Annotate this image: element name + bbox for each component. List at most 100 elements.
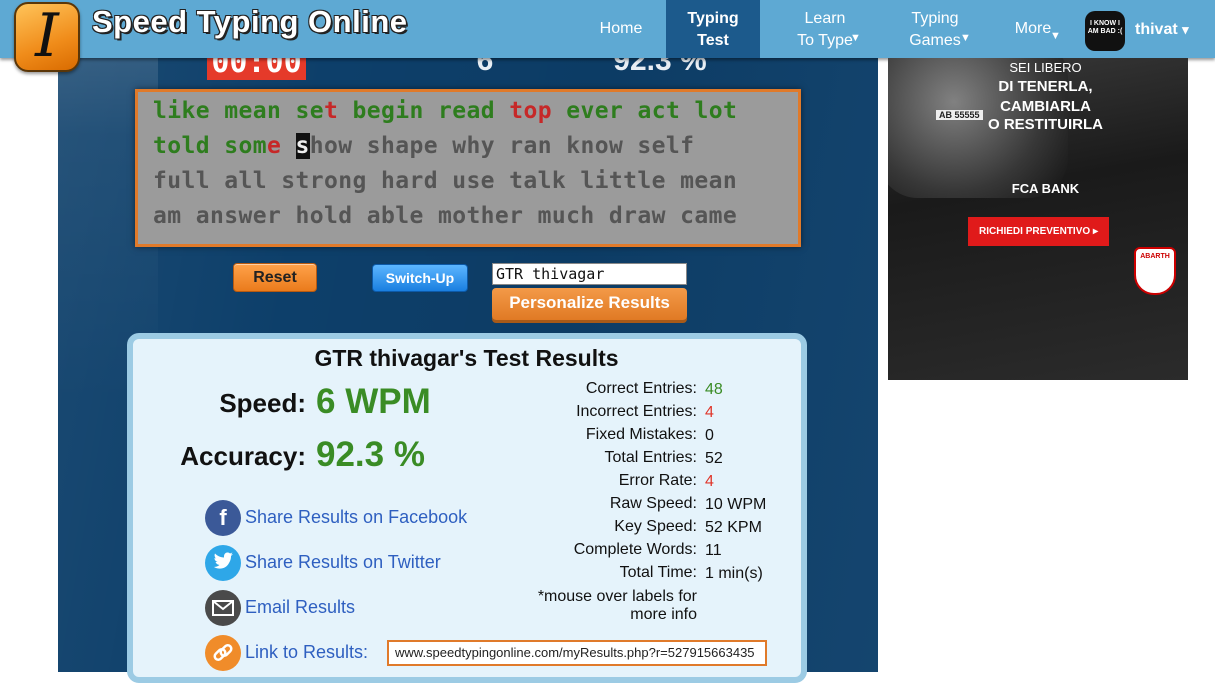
typing-line-2: told some show shape why ran know self	[153, 133, 694, 159]
email-icon	[205, 590, 241, 626]
typing-segment	[623, 98, 637, 124]
nav-typing-test[interactable]: Typing Test	[666, 0, 760, 58]
switch-up-button[interactable]: Switch-Up	[372, 264, 468, 292]
nav-home-label: Home	[599, 20, 643, 37]
stat-value: 4	[705, 473, 714, 490]
results-title: GTR thivagar's Test Results	[314, 345, 619, 371]
nav-learn-to-type[interactable]: Learn To Type ▼	[780, 0, 870, 58]
share-twitter-label: Share Results on Twitter	[245, 552, 441, 572]
accuracy-label: Accuracy:	[180, 441, 306, 471]
user-menu[interactable]: thivat ▾	[1135, 21, 1189, 39]
typing-segment: lot	[694, 98, 738, 124]
typing-segment: se	[295, 98, 324, 124]
stat-value: 48	[705, 381, 723, 398]
stat-label[interactable]: Fixed Mistakes:	[520, 426, 697, 444]
stat-label[interactable]: Error Rate:	[520, 472, 697, 490]
nav-games-label-1: Typing	[911, 10, 959, 27]
site-header: I Speed Typing Online Home Typing Test L…	[0, 0, 1215, 72]
stat-label[interactable]: Raw Speed:	[520, 495, 697, 513]
stat-label[interactable]: Correct Entries:	[520, 380, 697, 398]
link-icon	[205, 635, 241, 671]
typing-segment	[338, 98, 352, 124]
stat-label[interactable]: Complete Words:	[520, 541, 697, 559]
typing-segment	[210, 98, 224, 124]
stat-label[interactable]: Total Entries:	[520, 449, 697, 467]
ad-brand: FCA BANK	[1011, 181, 1080, 196]
stat-value: 52	[705, 450, 723, 467]
share-email-label: Email Results	[245, 597, 356, 617]
typing-segment: like	[153, 98, 210, 124]
mouseover-note-line-1: *mouse over labels for	[537, 588, 697, 605]
facebook-icon: f	[205, 500, 241, 536]
stat-label[interactable]: Incorrect Entries:	[520, 403, 697, 421]
nav-typing-games[interactable]: Typing Games ▼	[894, 0, 976, 58]
chevron-down-icon: ▼	[1050, 30, 1061, 42]
ad-line-1: SEI LIBERO	[1009, 60, 1082, 75]
stat-value: 1 min(s)	[705, 565, 763, 582]
chevron-down-icon: ▼	[850, 32, 861, 44]
typing-text-box[interactable]: like mean set begin read top ever act lo…	[135, 89, 801, 247]
accuracy-value: 92.3 %	[316, 435, 425, 474]
nav-typing-test-label-1: Typing	[687, 10, 739, 27]
personalize-results-button[interactable]: Personalize Results	[492, 288, 687, 320]
avatar[interactable]: I KNOW I AM BAD :(	[1085, 11, 1125, 51]
mouseover-note-line-2: more info	[630, 606, 697, 623]
typing-line-4: am answer hold able mother much draw cam…	[153, 203, 738, 229]
typing-line-1: like mean set begin read top ever act lo…	[153, 98, 737, 124]
stat-value: 11	[705, 542, 722, 559]
nav-typing-test-label-2: Test	[697, 32, 729, 49]
abarth-badge-icon: ABARTH	[1134, 247, 1176, 295]
results-url-field[interactable]: www.speedtypingonline.com/myResults.php?…	[387, 640, 767, 666]
mouseover-note: *mouse over labels for more info	[520, 588, 697, 624]
typing-segment	[424, 98, 438, 124]
typing-segment	[680, 98, 694, 124]
typing-cursor: s	[295, 133, 310, 159]
speed-value: 6 WPM	[316, 382, 431, 421]
typing-segment: begin	[352, 98, 424, 124]
stat-value: 4	[705, 404, 714, 421]
page-left-margin	[0, 0, 58, 672]
nav-home[interactable]: Home	[588, 0, 654, 58]
stat-value: 52 KPM	[705, 519, 762, 536]
twitter-icon	[205, 545, 241, 581]
ad-plate: AB 55555	[936, 110, 983, 120]
typing-segment: how shape why ran know self	[309, 133, 695, 159]
typing-segment: read	[438, 98, 495, 124]
link-results-label: Link to Results:	[245, 642, 369, 662]
site-name[interactable]: Speed Typing Online	[92, 4, 408, 40]
ad-line-4: O RESTITUIRLA	[988, 116, 1103, 133]
name-input[interactable]: GTR thivagar	[492, 263, 687, 285]
typing-segment: act	[637, 98, 681, 124]
reset-button[interactable]: Reset	[233, 263, 317, 292]
chevron-down-icon: ▼	[960, 32, 971, 44]
typing-segment: top	[509, 98, 552, 124]
ad-cta-button[interactable]: RICHIEDI PREVENTIVO ▸	[968, 217, 1109, 246]
stat-value: 0	[705, 427, 714, 444]
ad-line-2: DI TENERLA,	[998, 78, 1093, 95]
username: thivat	[1135, 21, 1178, 38]
typing-segment	[210, 133, 224, 159]
ad-line-3: CAMBIARLA	[1000, 98, 1091, 115]
stat-label[interactable]: Key Speed:	[520, 518, 697, 536]
typing-segment	[281, 133, 295, 159]
typing-segment: e	[267, 133, 282, 159]
typing-segment: ever	[566, 98, 624, 124]
stat-value: 10 WPM	[705, 496, 767, 513]
speed-label: Speed:	[219, 388, 306, 418]
site-logo-icon[interactable]: I	[14, 1, 80, 72]
typing-segment: told	[153, 133, 210, 159]
typing-segment	[281, 98, 295, 124]
nav-learn-label-1: Learn	[804, 10, 846, 27]
typing-segment: som	[224, 133, 267, 159]
stat-label[interactable]: Total Time:	[520, 564, 697, 582]
typing-segment: t	[324, 98, 339, 124]
advertisement[interactable]: AB 55555 SEI LIBERO DI TENERLA, CAMBIARL…	[888, 58, 1188, 380]
logo-glyph: I	[35, 1, 59, 71]
share-facebook-label: Share Results on Facebook	[245, 507, 468, 527]
nav-more[interactable]: More ▼	[998, 0, 1068, 58]
chevron-down-icon: ▾	[1182, 22, 1189, 37]
typing-segment: mean	[224, 98, 282, 124]
typing-line-3: full all strong hard use talk little mea…	[153, 168, 738, 194]
typing-segment	[495, 98, 509, 124]
typing-segment	[552, 98, 566, 124]
